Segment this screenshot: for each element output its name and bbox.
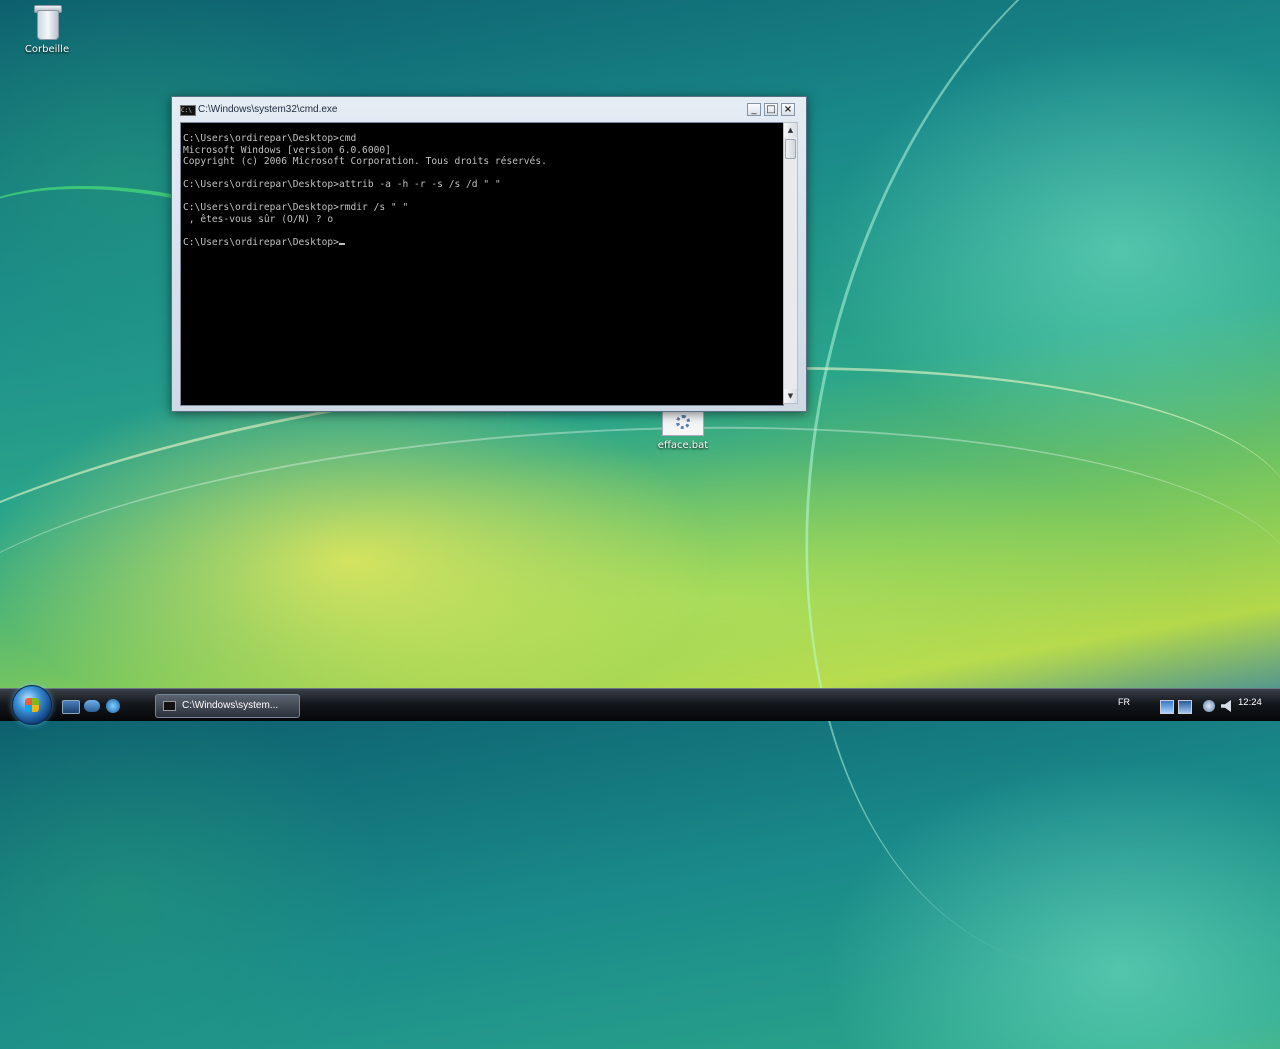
- console-line: C:\Users\ordirepar\Desktop>cmd: [183, 133, 357, 144]
- scroll-down-button[interactable]: ▼: [784, 389, 797, 403]
- console-icon: [163, 701, 176, 711]
- network-icon[interactable]: [1203, 700, 1215, 712]
- console-line: C:\Users\ordirepar\Desktop>rmdir /s " ": [183, 202, 409, 213]
- show-desktop-icon[interactable]: [62, 700, 80, 714]
- recycle-bin-icon: [33, 2, 62, 40]
- console-line: Copyright (c) 2006 Microsoft Corporation…: [183, 156, 547, 167]
- taskbar: C:\Windows\system... FR 12:24: [0, 685, 1280, 725]
- cmd-window[interactable]: C:\ C:\Windows\system32\cmd.exe _ □ × C:…: [171, 96, 807, 412]
- clock[interactable]: 12:24: [1238, 697, 1262, 708]
- language-indicator[interactable]: FR: [1118, 697, 1130, 707]
- scroll-thumb[interactable]: [785, 139, 796, 159]
- scroll-up-button[interactable]: ▲: [784, 123, 797, 137]
- desktop-icon-efface-bat[interactable]: efface.bat: [652, 410, 714, 451]
- text-cursor: [338, 242, 345, 245]
- start-button[interactable]: [12, 685, 52, 725]
- console-output[interactable]: C:\Users\ordirepar\Desktop>cmd Microsoft…: [180, 122, 784, 406]
- tray-icon[interactable]: [1160, 700, 1174, 714]
- tray-icon[interactable]: [1178, 700, 1192, 714]
- console-prompt: C:\Users\ordirepar\Desktop>: [183, 236, 339, 248]
- batch-file-icon: [662, 410, 704, 436]
- vertical-scrollbar[interactable]: ▲ ▼: [783, 122, 798, 404]
- close-button[interactable]: ×: [781, 103, 795, 116]
- switch-windows-icon[interactable]: [84, 700, 100, 712]
- window-titlebar[interactable]: C:\ C:\Windows\system32\cmd.exe _ □ ×: [172, 97, 806, 121]
- volume-icon[interactable]: [1221, 700, 1231, 712]
- taskbar-button-label: C:\Windows\system...: [182, 700, 279, 711]
- console-line: C:\Users\ordirepar\Desktop>attrib -a -h …: [183, 179, 501, 190]
- windows-logo-icon: [25, 698, 39, 712]
- console-icon[interactable]: C:\: [180, 105, 196, 116]
- console-text: C:\Users\ordirepar\Desktop>cmd Microsoft…: [183, 133, 547, 248]
- window-title: C:\Windows\system32\cmd.exe: [198, 104, 338, 115]
- console-line: , êtes-vous sûr (O/N) ? o: [183, 213, 334, 225]
- desktop-icon-recycle-bin[interactable]: Corbeille: [18, 2, 76, 55]
- minimize-button[interactable]: _: [747, 103, 761, 116]
- internet-explorer-icon[interactable]: [106, 699, 120, 713]
- console-line: Microsoft Windows [version 6.0.6000]: [183, 144, 391, 156]
- desktop-icon-label: Corbeille: [24, 44, 70, 55]
- maximize-button[interactable]: □: [764, 103, 778, 116]
- desktop-icon-label: efface.bat: [657, 440, 709, 451]
- taskbar-button-cmd[interactable]: C:\Windows\system...: [155, 694, 300, 718]
